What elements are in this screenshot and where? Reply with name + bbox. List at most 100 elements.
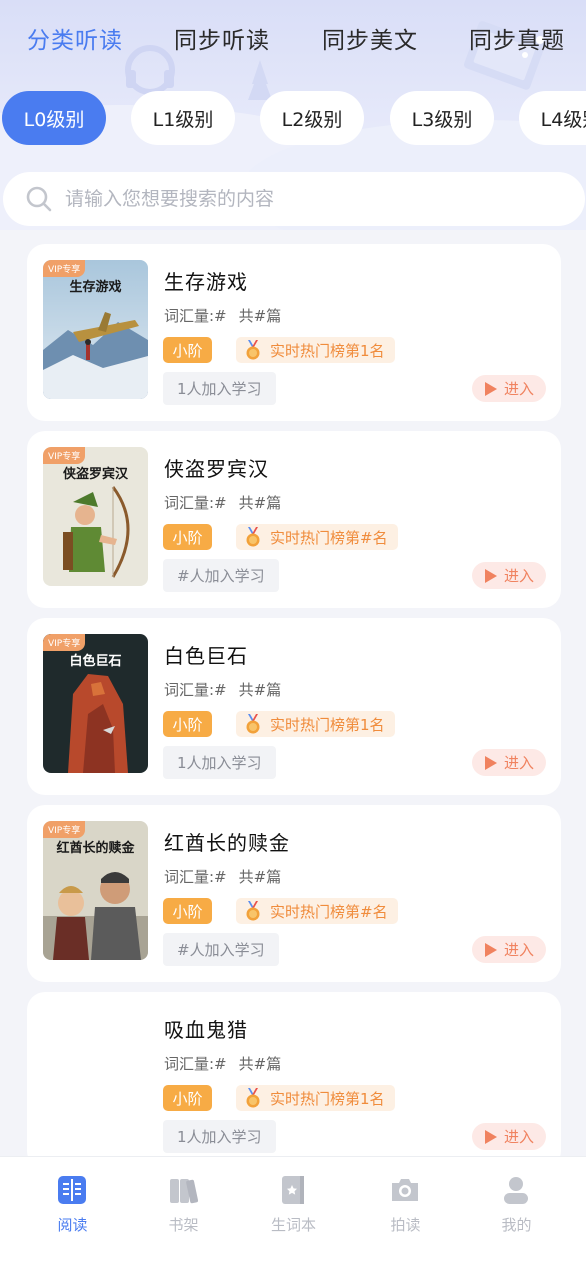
nav-label: 拍读: [390, 1216, 421, 1234]
cover-title: 侠盗罗宾汉: [62, 467, 128, 482]
stage-badge: 小阶: [163, 711, 212, 737]
play-icon: [484, 1129, 497, 1144]
book-cover-placeholder: [43, 1008, 148, 1147]
stage-badge: 小阶: [163, 1085, 212, 1111]
stage-badge: 小阶: [163, 337, 212, 363]
book-meta: 词汇量:# 共#篇: [164, 1053, 281, 1074]
book-card[interactable]: VIP专享 白色巨石 白色巨石 词汇量:# 共#篇 小阶 实时热门榜第1名 1人加…: [27, 618, 561, 795]
bookshelf-icon: [170, 1179, 199, 1204]
vocab-count: 词汇量:#: [164, 868, 227, 886]
book-card[interactable]: VIP专享 生存游戏 生存游戏 词汇量:# 共#篇 小阶 实时热门榜第1名 1人加…: [27, 244, 561, 421]
play-icon: [484, 942, 497, 957]
level-pill-l1[interactable]: L1级别: [131, 91, 235, 145]
learner-count: 1人加入学习: [163, 1120, 276, 1153]
chapter-count: 共#篇: [238, 307, 282, 325]
book-cover: VIP专享 红酋长的赎金: [43, 821, 148, 960]
level-pill-l4[interactable]: L4级别: [519, 91, 586, 145]
search-bar[interactable]: [3, 172, 585, 226]
level-pill-l3[interactable]: L3级别: [390, 91, 494, 145]
book-title: 侠盗罗宾汉: [164, 457, 269, 481]
learner-count: 1人加入学习: [163, 746, 276, 779]
book-cover: VIP专享 生存游戏: [43, 260, 148, 399]
vip-badge: VIP专享: [43, 634, 86, 651]
nav-item-bookshelf[interactable]: 书架: [125, 1157, 242, 1257]
stage-badge: 小阶: [163, 898, 212, 924]
book-open-icon: [58, 1176, 86, 1204]
nav-item-vocab[interactable]: 生词本: [235, 1157, 352, 1257]
book-card[interactable]: VIP专享 侠盗罗宾汉 侠盗罗宾汉 词汇量:# 共#篇 小阶 实时热门榜第#名 #…: [27, 431, 561, 608]
enter-button[interactable]: 进入: [472, 562, 546, 589]
nav-label: 生词本: [270, 1216, 316, 1234]
medal-icon: [246, 527, 260, 547]
camera-icon: [392, 1179, 418, 1201]
learner-count: 1人加入学习: [163, 372, 276, 405]
rank-text: 实时热门榜第1名: [270, 715, 385, 734]
cover-title: 红酋长的赎金: [56, 841, 135, 856]
search-input[interactable]: [65, 188, 545, 210]
chapter-count: 共#篇: [238, 681, 282, 699]
rank-text: 实时热门榜第#名: [270, 528, 388, 547]
book-title: 白色巨石: [164, 644, 248, 668]
vip-badge: VIP专享: [43, 260, 86, 277]
medal-icon: [246, 1088, 260, 1108]
level-filter-bar: L0级别 L1级别 L2级别 L3级别 L4级别: [0, 91, 586, 145]
rank-badge: 实时热门榜第#名: [236, 524, 398, 550]
vip-badge: VIP专享: [43, 821, 86, 838]
rank-text: 实时热门榜第1名: [270, 1089, 385, 1108]
enter-button[interactable]: 进入: [472, 375, 546, 402]
vocab-count: 词汇量:#: [164, 1055, 227, 1073]
learner-count: #人加入学习: [163, 933, 279, 966]
enter-label: 进入: [503, 1128, 534, 1146]
play-icon: [484, 568, 497, 583]
rank-badge: 实时热门榜第#名: [236, 898, 398, 924]
stage-badge: 小阶: [163, 524, 212, 550]
enter-label: 进入: [503, 380, 534, 398]
vip-badge: VIP专享: [43, 447, 86, 464]
medal-icon: [246, 901, 260, 921]
cover-title: 白色巨石: [69, 654, 122, 669]
book-meta: 词汇量:# 共#篇: [164, 679, 281, 700]
tab-sync-essays[interactable]: 同步美文: [322, 21, 418, 55]
nav-label: 我的: [501, 1216, 532, 1234]
learner-count: #人加入学习: [163, 559, 279, 592]
enter-label: 进入: [503, 754, 534, 772]
cover-title: 生存游戏: [69, 280, 122, 295]
medal-icon: [246, 340, 260, 360]
book-cover: VIP专享 白色巨石: [43, 634, 148, 773]
book-title: 吸血鬼猎: [164, 1018, 248, 1042]
rank-text: 实时热门榜第1名: [270, 341, 385, 360]
top-tab-bar: 分类听读 同步听读 同步美文 同步真题: [0, 18, 586, 58]
level-pill-l0[interactable]: L0级别: [2, 91, 106, 145]
enter-button[interactable]: 进入: [472, 1123, 546, 1150]
rank-badge: 实时热门榜第1名: [236, 337, 395, 363]
book-meta: 词汇量:# 共#篇: [164, 492, 281, 513]
nav-item-read[interactable]: 阅读: [14, 1157, 131, 1257]
rank-badge: 实时热门榜第1名: [236, 1085, 395, 1111]
search-icon: [26, 186, 52, 212]
nav-item-photo-read[interactable]: 拍读: [347, 1157, 464, 1257]
tab-sync-listening[interactable]: 同步听读: [174, 21, 270, 55]
chapter-count: 共#篇: [238, 494, 282, 512]
book-title: 红酋长的赎金: [164, 831, 290, 855]
book-card[interactable]: 吸血鬼猎 词汇量:# 共#篇 小阶 实时热门榜第1名 1人加入学习 进入: [27, 992, 561, 1169]
enter-label: 进入: [503, 941, 534, 959]
nav-label: 阅读: [57, 1216, 88, 1234]
vocab-count: 词汇量:#: [164, 494, 227, 512]
enter-label: 进入: [503, 567, 534, 585]
level-pill-l2[interactable]: L2级别: [260, 91, 364, 145]
vocab-count: 词汇量:#: [164, 307, 227, 325]
book-cover: VIP专享 侠盗罗宾汉: [43, 447, 148, 586]
chapter-count: 共#篇: [238, 1055, 282, 1073]
tab-classified-listening[interactable]: 分类听读: [27, 21, 123, 55]
enter-button[interactable]: 进入: [472, 749, 546, 776]
book-card[interactable]: VIP专享 红酋长的赎金 红酋长的赎金 词汇量:# 共#篇 小阶 实时热门榜第#名…: [27, 805, 561, 982]
medal-icon: [246, 714, 260, 734]
book-meta: 词汇量:# 共#篇: [164, 866, 281, 887]
enter-button[interactable]: 进入: [472, 936, 546, 963]
nav-item-profile[interactable]: 我的: [458, 1157, 575, 1257]
rank-text: 实时热门榜第#名: [270, 902, 388, 921]
tab-sync-exams[interactable]: 同步真题: [469, 21, 565, 55]
user-icon: [504, 1177, 528, 1204]
book-title: 生存游戏: [164, 270, 248, 294]
rank-badge: 实时热门榜第1名: [236, 711, 395, 737]
